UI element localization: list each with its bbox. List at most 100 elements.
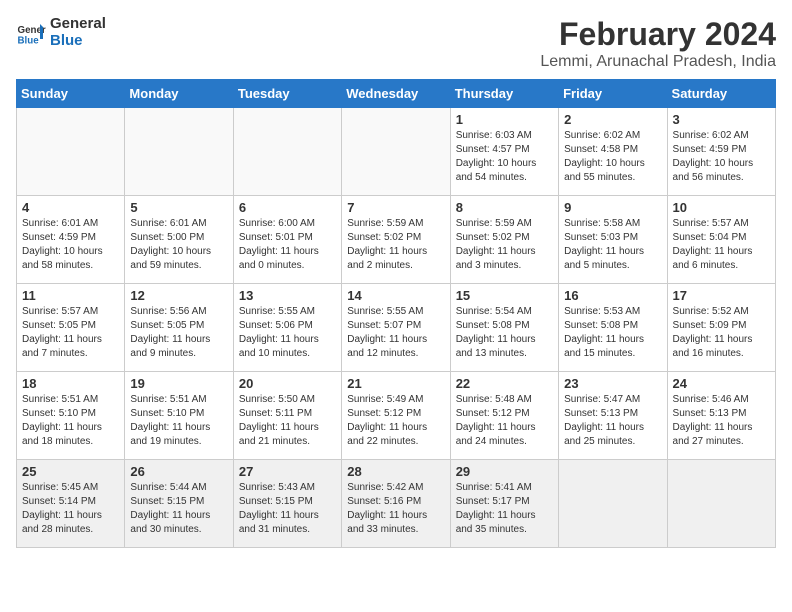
calendar-cell: 12 Sunrise: 5:56 AM Sunset: 5:05 PM Dayli… xyxy=(125,284,233,372)
calendar-cell: 6Sunrise: 6:00 AM Sunset: 5:01 PM Daylig… xyxy=(233,196,341,284)
calendar-cell: 29 Sunrise: 5:41 AM Sunset: 5:17 PM Dayli… xyxy=(450,460,558,548)
calendar-cell: 8 Sunrise: 5:59 AM Sunset: 5:02 PM Daylig… xyxy=(450,196,558,284)
day-number: 26 xyxy=(130,464,227,479)
day-info: Sunrise: 5:50 AM Sunset: 5:11 PM Dayligh… xyxy=(239,393,336,449)
day-info: Sunrise: 6:01 AM Sunset: 4:59 PM Dayligh… xyxy=(22,217,119,273)
calendar-cell xyxy=(559,460,667,548)
day-info: Sunrise: 5:41 AM Sunset: 5:17 PM Dayligh… xyxy=(456,481,553,537)
day-info: Sunrise: 5:43 AM Sunset: 5:15 PM Dayligh… xyxy=(239,481,336,537)
day-info: Sunrise: 5:47 AM Sunset: 5:13 PM Dayligh… xyxy=(564,393,661,449)
calendar-cell: 3 Sunrise: 6:02 AM Sunset: 4:59 PM Daylig… xyxy=(667,108,775,196)
day-number: 8 xyxy=(456,200,553,215)
day-number: 21 xyxy=(347,376,444,391)
calendar-week-1: 1 Sunrise: 6:03 AM Sunset: 4:57 PM Daylig… xyxy=(17,108,776,196)
calendar-cell: 20 Sunrise: 5:50 AM Sunset: 5:11 PM Dayli… xyxy=(233,372,341,460)
day-number: 6 xyxy=(239,200,336,215)
day-info: Sunrise: 5:59 AM Sunset: 5:02 PM Dayligh… xyxy=(456,217,553,273)
calendar-week-2: 4 Sunrise: 6:01 AM Sunset: 4:59 PM Daylig… xyxy=(17,196,776,284)
header-saturday: Saturday xyxy=(667,80,775,108)
calendar-cell: 15 Sunrise: 5:54 AM Sunset: 5:08 PM Dayli… xyxy=(450,284,558,372)
calendar-cell: 22 Sunrise: 5:48 AM Sunset: 5:12 PM Dayli… xyxy=(450,372,558,460)
day-number: 1 xyxy=(456,112,553,127)
day-info: Sunrise: 5:56 AM Sunset: 5:05 PM Dayligh… xyxy=(130,305,227,361)
day-info: Sunrise: 5:45 AM Sunset: 5:14 PM Dayligh… xyxy=(22,481,119,537)
calendar-cell xyxy=(17,108,125,196)
calendar-cell: 9 Sunrise: 5:58 AM Sunset: 5:03 PM Daylig… xyxy=(559,196,667,284)
header-thursday: Thursday xyxy=(450,80,558,108)
page-header: General Blue General Blue February 2024 … xyxy=(16,16,776,71)
header-monday: Monday xyxy=(125,80,233,108)
day-number: 22 xyxy=(456,376,553,391)
header-wednesday: Wednesday xyxy=(342,80,450,108)
calendar-cell: 17 Sunrise: 5:52 AM Sunset: 5:09 PM Dayli… xyxy=(667,284,775,372)
day-info: Sunrise: 5:53 AM Sunset: 5:08 PM Dayligh… xyxy=(564,305,661,361)
day-number: 24 xyxy=(673,376,770,391)
day-info: Sunrise: 5:46 AM Sunset: 5:13 PM Dayligh… xyxy=(673,393,770,449)
day-info: Sunrise: 5:55 AM Sunset: 5:07 PM Dayligh… xyxy=(347,305,444,361)
day-number: 25 xyxy=(22,464,119,479)
calendar-cell: 28Sunrise: 5:42 AM Sunset: 5:16 PM Dayli… xyxy=(342,460,450,548)
calendar-cell xyxy=(125,108,233,196)
day-number: 27 xyxy=(239,464,336,479)
day-number: 20 xyxy=(239,376,336,391)
calendar-week-4: 18 Sunrise: 5:51 AM Sunset: 5:10 PM Dayli… xyxy=(17,372,776,460)
calendar-cell: 19 Sunrise: 5:51 AM Sunset: 5:10 PM Dayli… xyxy=(125,372,233,460)
day-info: Sunrise: 5:52 AM Sunset: 5:09 PM Dayligh… xyxy=(673,305,770,361)
calendar-cell: 23 Sunrise: 5:47 AM Sunset: 5:13 PM Dayli… xyxy=(559,372,667,460)
day-number: 18 xyxy=(22,376,119,391)
calendar-cell: 24 Sunrise: 5:46 AM Sunset: 5:13 PM Dayli… xyxy=(667,372,775,460)
calendar-cell xyxy=(667,460,775,548)
day-info: Sunrise: 5:51 AM Sunset: 5:10 PM Dayligh… xyxy=(130,393,227,449)
day-info: Sunrise: 5:49 AM Sunset: 5:12 PM Dayligh… xyxy=(347,393,444,449)
calendar-table: Sunday Monday Tuesday Wednesday Thursday… xyxy=(16,79,776,548)
calendar-cell: 1 Sunrise: 6:03 AM Sunset: 4:57 PM Daylig… xyxy=(450,108,558,196)
day-info: Sunrise: 6:01 AM Sunset: 5:00 PM Dayligh… xyxy=(130,217,227,273)
logo: General Blue General Blue xyxy=(16,16,106,49)
day-number: 29 xyxy=(456,464,553,479)
day-info: Sunrise: 5:51 AM Sunset: 5:10 PM Dayligh… xyxy=(22,393,119,449)
day-info: Sunrise: 5:59 AM Sunset: 5:02 PM Dayligh… xyxy=(347,217,444,273)
title-section: February 2024 Lemmi, Arunachal Pradesh, … xyxy=(540,16,776,71)
day-info: Sunrise: 5:54 AM Sunset: 5:08 PM Dayligh… xyxy=(456,305,553,361)
calendar-cell: 21 Sunrise: 5:49 AM Sunset: 5:12 PM Dayli… xyxy=(342,372,450,460)
day-number: 13 xyxy=(239,288,336,303)
calendar-cell: 2Sunrise: 6:02 AM Sunset: 4:58 PM Daylig… xyxy=(559,108,667,196)
day-number: 14 xyxy=(347,288,444,303)
day-number: 12 xyxy=(130,288,227,303)
calendar-cell: 27 Sunrise: 5:43 AM Sunset: 5:15 PM Dayli… xyxy=(233,460,341,548)
day-number: 7 xyxy=(347,200,444,215)
day-number: 5 xyxy=(130,200,227,215)
day-info: Sunrise: 5:48 AM Sunset: 5:12 PM Dayligh… xyxy=(456,393,553,449)
day-number: 17 xyxy=(673,288,770,303)
day-info: Sunrise: 5:42 AM Sunset: 5:16 PM Dayligh… xyxy=(347,481,444,537)
header-tuesday: Tuesday xyxy=(233,80,341,108)
logo-icon: General Blue xyxy=(16,18,46,48)
calendar-cell: 16 Sunrise: 5:53 AM Sunset: 5:08 PM Dayli… xyxy=(559,284,667,372)
day-info: Sunrise: 5:58 AM Sunset: 5:03 PM Dayligh… xyxy=(564,217,661,273)
calendar-cell: 5 Sunrise: 6:01 AM Sunset: 5:00 PM Daylig… xyxy=(125,196,233,284)
calendar-title: February 2024 xyxy=(540,16,776,53)
day-number: 9 xyxy=(564,200,661,215)
calendar-cell: 26Sunrise: 5:44 AM Sunset: 5:15 PM Dayli… xyxy=(125,460,233,548)
calendar-cell xyxy=(233,108,341,196)
day-info: Sunrise: 5:57 AM Sunset: 5:05 PM Dayligh… xyxy=(22,305,119,361)
day-number: 4 xyxy=(22,200,119,215)
day-number: 23 xyxy=(564,376,661,391)
day-info: Sunrise: 6:03 AM Sunset: 4:57 PM Dayligh… xyxy=(456,129,553,185)
calendar-week-5: 25 Sunrise: 5:45 AM Sunset: 5:14 PM Dayli… xyxy=(17,460,776,548)
calendar-cell: 18 Sunrise: 5:51 AM Sunset: 5:10 PM Dayli… xyxy=(17,372,125,460)
day-info: Sunrise: 5:57 AM Sunset: 5:04 PM Dayligh… xyxy=(673,217,770,273)
day-info: Sunrise: 6:02 AM Sunset: 4:59 PM Dayligh… xyxy=(673,129,770,185)
day-number: 19 xyxy=(130,376,227,391)
calendar-cell: 11 Sunrise: 5:57 AM Sunset: 5:05 PM Dayli… xyxy=(17,284,125,372)
day-info: Sunrise: 5:55 AM Sunset: 5:06 PM Dayligh… xyxy=(239,305,336,361)
logo-line1: General xyxy=(50,16,106,33)
day-number: 3 xyxy=(673,112,770,127)
svg-text:Blue: Blue xyxy=(18,35,40,46)
day-number: 11 xyxy=(22,288,119,303)
calendar-cell: 25 Sunrise: 5:45 AM Sunset: 5:14 PM Dayli… xyxy=(17,460,125,548)
day-number: 16 xyxy=(564,288,661,303)
day-number: 15 xyxy=(456,288,553,303)
day-info: Sunrise: 6:02 AM Sunset: 4:58 PM Dayligh… xyxy=(564,129,661,185)
calendar-subtitle: Lemmi, Arunachal Pradesh, India xyxy=(540,53,776,71)
